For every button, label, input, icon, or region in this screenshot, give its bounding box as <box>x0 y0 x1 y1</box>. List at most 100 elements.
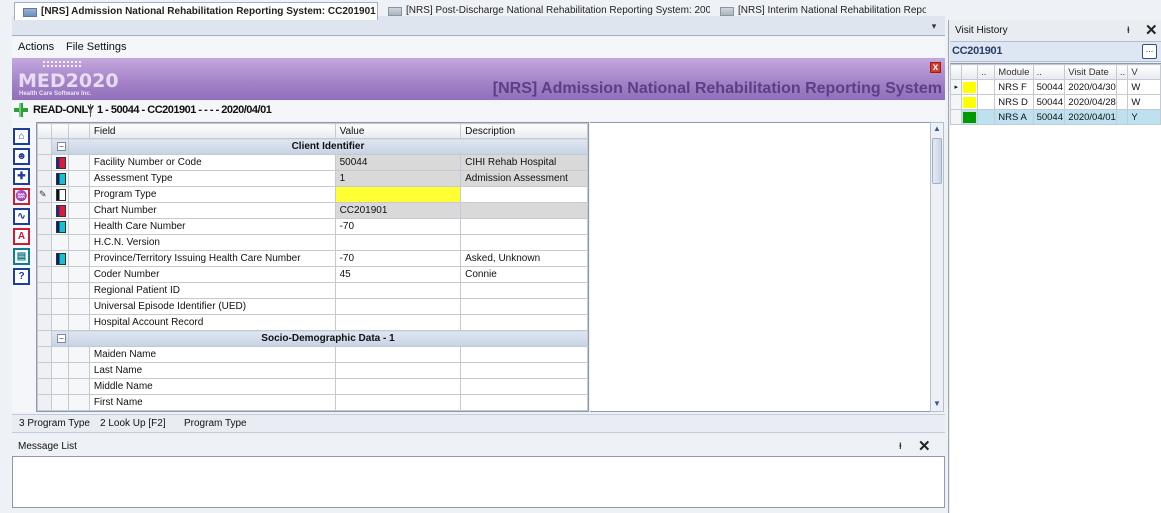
table-row[interactable]: Hospital Account Record <box>37 314 588 331</box>
table-row[interactable]: Regional Patient ID <box>37 282 588 299</box>
field-name-cell: Maiden Name <box>88 346 336 363</box>
row-indicator[interactable] <box>37 378 52 395</box>
pin-icon[interactable]: ᵼ <box>899 438 902 452</box>
column-header-more[interactable]: .. <box>977 64 996 80</box>
scroll-down-icon[interactable]: ▼ <box>931 398 943 410</box>
status-swatch <box>963 81 977 93</box>
row-indicator[interactable] <box>37 314 52 331</box>
collapse-icon[interactable]: − <box>56 142 66 151</box>
visit-history-header-row: .. Module .. Visit Date .. V <box>949 64 1161 80</box>
data-entry-grid[interactable]: Field Value Description − Client Identifi… <box>36 122 589 412</box>
table-row[interactable]: Last Name <box>37 362 588 379</box>
value-cell[interactable]: 45 <box>334 266 462 283</box>
visit-row[interactable]: NRS A 50044 2020/04/01 Y <box>949 109 1161 125</box>
row-indicator[interactable] <box>37 250 52 267</box>
table-row[interactable]: Middle Name <box>37 378 588 395</box>
medication-icon[interactable]: ♒ <box>13 188 30 205</box>
status-field-number: 3 Program Type <box>19 418 90 429</box>
v-cell: Y <box>1127 109 1161 125</box>
value-cell[interactable] <box>334 186 462 203</box>
value-cell[interactable] <box>334 298 462 315</box>
table-row[interactable]: Health Care Number -70 <box>37 218 588 235</box>
value-cell[interactable] <box>334 394 462 411</box>
pin-icon[interactable]: ᵼ <box>1127 22 1130 36</box>
table-row[interactable]: Universal Episode Identifier (UED) <box>37 298 588 315</box>
table-row[interactable]: First Name <box>37 394 588 411</box>
value-cell[interactable]: 1 <box>334 170 462 187</box>
scroll-up-icon[interactable]: ▲ <box>931 123 943 135</box>
form-icon[interactable]: ▤ <box>13 248 30 265</box>
value-cell[interactable]: -70 <box>334 250 462 267</box>
row-indicator[interactable]: ✎ <box>37 186 52 203</box>
value-cell[interactable] <box>334 282 462 299</box>
column-header-description[interactable]: Description <box>460 123 588 139</box>
value-cell[interactable] <box>334 346 462 363</box>
value-cell[interactable]: CC201901 <box>334 202 462 219</box>
section-header-row[interactable]: − Client Identifier <box>37 138 588 155</box>
assessment-a-icon[interactable]: A <box>13 228 30 245</box>
tab-admission[interactable]: [NRS] Admission National Rehabilitation … <box>14 2 378 20</box>
home-icon[interactable]: ⌂ <box>13 128 30 145</box>
column-header-visit-date[interactable]: Visit Date <box>1064 64 1117 80</box>
row-indicator[interactable] <box>37 266 52 283</box>
collapse-icon[interactable]: − <box>56 334 66 343</box>
table-row[interactable]: H.C.N. Version <box>37 234 588 251</box>
visit-row[interactable]: NRS D 50044 2020/04/28 W <box>949 94 1161 110</box>
person-icon[interactable]: ☻ <box>13 148 30 165</box>
row-indicator[interactable] <box>37 298 52 315</box>
tab-post-discharge[interactable]: [NRS] Post-Discharge National Rehabilita… <box>380 2 710 20</box>
tab-list-dropdown-icon[interactable]: ▾ <box>928 19 940 33</box>
close-icon[interactable]: ✕ <box>1145 21 1158 39</box>
tab-interim[interactable]: [NRS] Interim National Rehabilitation Re… <box>712 2 926 20</box>
close-icon[interactable]: ✕ <box>918 437 931 455</box>
column-header-more[interactable]: .. <box>1115 64 1129 80</box>
row-indicator[interactable] <box>37 362 52 379</box>
table-row[interactable]: Coder Number 45 Connie <box>37 266 588 283</box>
message-list-body[interactable] <box>12 456 945 508</box>
collapse-toggle[interactable]: − <box>50 330 69 347</box>
table-row[interactable]: ✎ Program Type <box>37 186 588 203</box>
collapse-toggle[interactable]: − <box>50 138 69 155</box>
value-cell[interactable] <box>334 378 462 395</box>
close-icon[interactable]: x <box>930 62 941 73</box>
v-cell: W <box>1127 79 1161 95</box>
field-status-icon <box>55 189 66 201</box>
value-cell[interactable]: 50044 <box>334 154 462 171</box>
table-row[interactable]: Maiden Name <box>37 346 588 363</box>
section-header-row[interactable]: − Socio-Demographic Data - 1 <box>37 330 588 347</box>
row-indicator[interactable] <box>37 170 52 187</box>
row-indicator[interactable] <box>37 234 52 251</box>
help-icon[interactable]: ? <box>13 268 30 285</box>
row-indicator[interactable] <box>37 202 52 219</box>
row-indicator[interactable] <box>37 282 52 299</box>
column-header-v[interactable]: V <box>1127 64 1161 80</box>
value-cell[interactable] <box>334 314 462 331</box>
row-indicator[interactable] <box>37 218 52 235</box>
table-row[interactable]: Assessment Type 1 Admission Assessment <box>37 170 588 187</box>
column-header-module[interactable]: Module <box>994 64 1034 80</box>
row-indicator[interactable] <box>37 394 52 411</box>
value-cell[interactable] <box>334 234 462 251</box>
scrollbar-thumb[interactable] <box>932 138 942 184</box>
table-row[interactable]: Facility Number or Code 50044 CIHI Rehab H… <box>37 154 588 171</box>
menu-file-settings[interactable]: File Settings <box>66 41 127 53</box>
table-row[interactable]: Chart Number CC201901 <box>37 202 588 219</box>
add-icon[interactable] <box>14 103 28 117</box>
visit-row[interactable]: ▸ NRS F 50044 2020/04/30 W <box>949 79 1161 95</box>
medical-cross-icon[interactable]: ✚ <box>13 168 30 185</box>
vitals-chart-icon[interactable]: ∿ <box>13 208 30 225</box>
description-cell: Connie <box>460 266 588 283</box>
column-header-more[interactable]: .. <box>1032 64 1066 80</box>
row-indicator[interactable] <box>37 154 52 171</box>
menu-actions[interactable]: Actions <box>18 41 54 53</box>
browse-button[interactable]: ... <box>1142 44 1157 59</box>
value-cell[interactable]: -70 <box>334 218 462 235</box>
column-header-value[interactable]: Value <box>334 123 462 139</box>
status-field-name: Program Type <box>184 418 247 429</box>
value-cell[interactable] <box>334 362 462 379</box>
status-color-cell <box>961 94 979 110</box>
row-indicator[interactable] <box>37 346 52 363</box>
field-name-cell: H.C.N. Version <box>88 234 336 251</box>
column-header-field[interactable]: Field <box>88 123 336 139</box>
table-row[interactable]: Province/Territory Issuing Health Care N… <box>37 250 588 267</box>
